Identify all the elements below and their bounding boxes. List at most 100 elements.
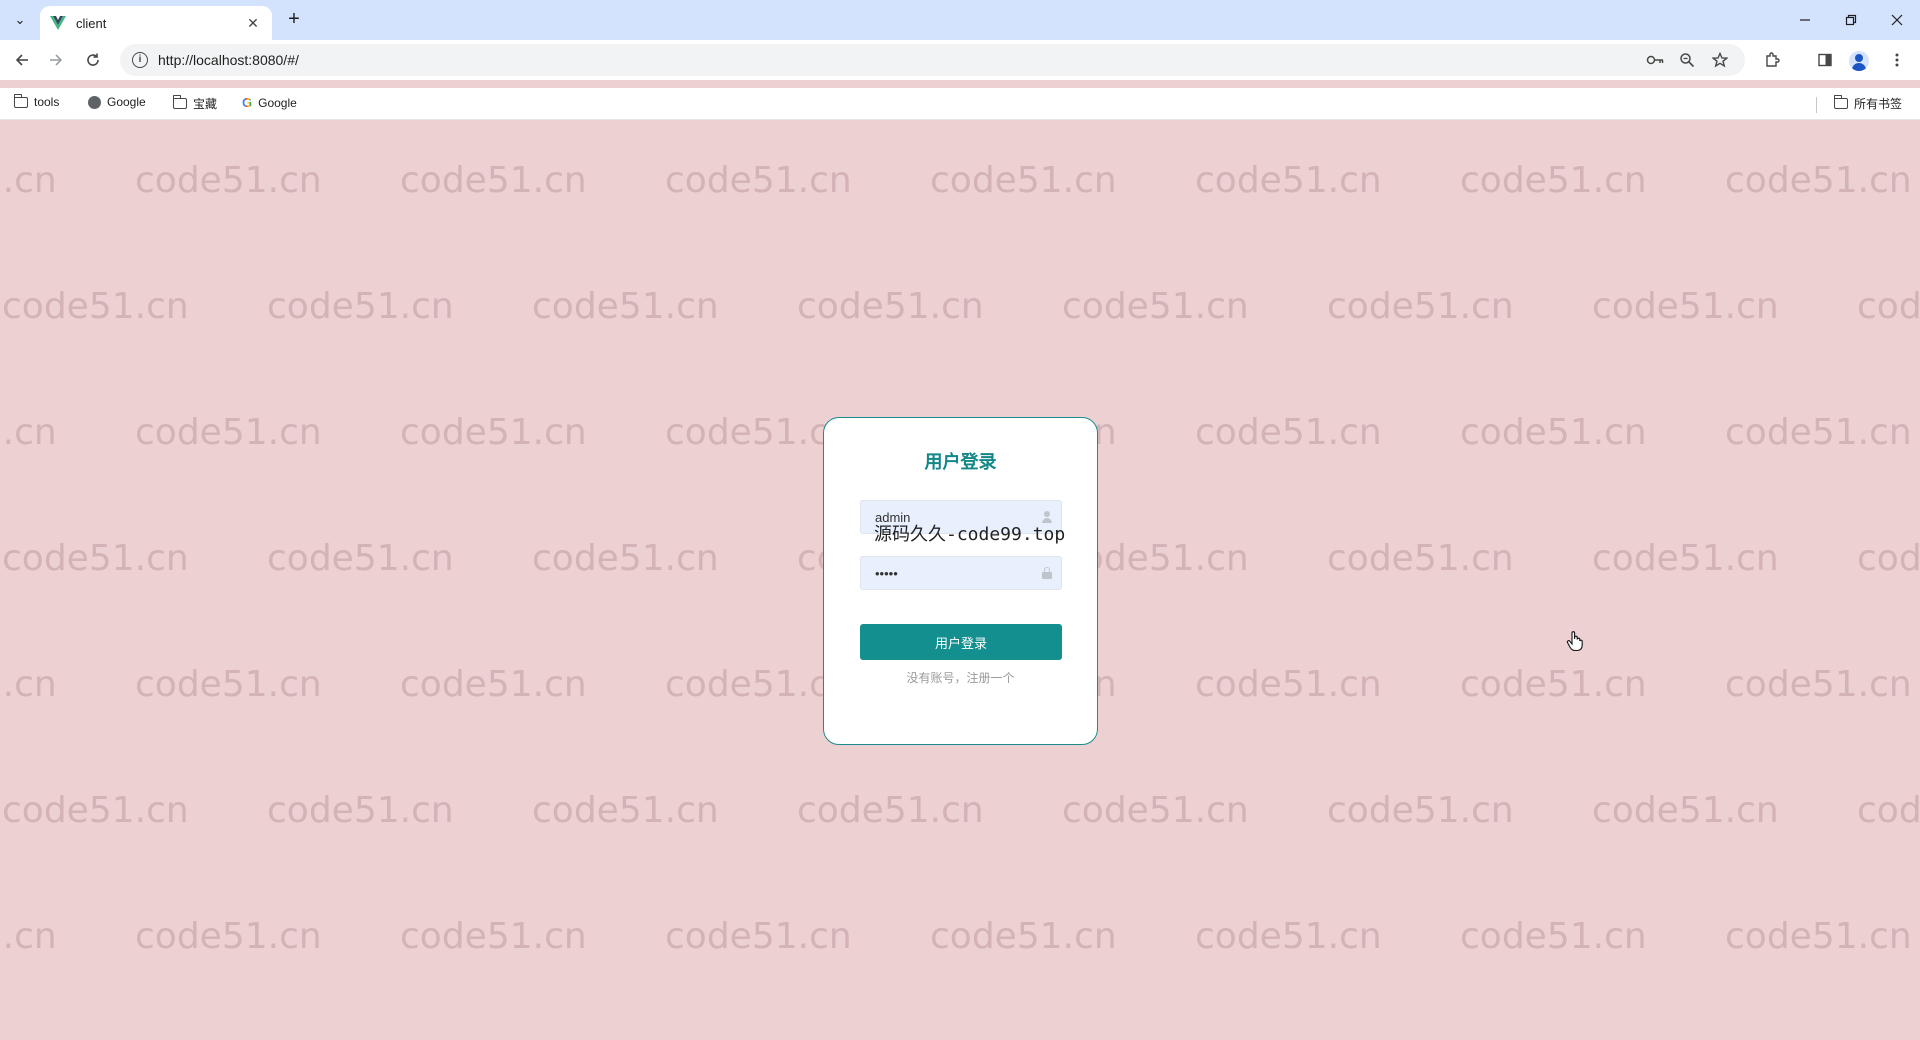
bookmark-label: tools <box>34 95 60 109</box>
menu-kebab-icon[interactable] <box>1885 48 1909 72</box>
login-title: 用户登录 <box>924 452 997 472</box>
watermark-text: code51.cn <box>135 916 322 957</box>
tab-title: client <box>76 15 107 31</box>
watermark-text: code51.cn <box>0 916 57 957</box>
password-input[interactable] <box>861 557 1061 589</box>
watermark-text: code51.cn <box>797 790 984 831</box>
watermark-text: code51.cn <box>0 664 57 705</box>
watermark-text: code51.cn <box>1327 286 1514 327</box>
folder-icon <box>13 93 28 108</box>
watermark-text: code51.cn <box>2 286 189 327</box>
watermark-text: code51.cn <box>1062 286 1249 327</box>
watermark-text: code51.cn <box>532 790 719 831</box>
watermark-text: code51.cn <box>532 538 719 579</box>
watermark-text: code51.cn <box>135 160 322 201</box>
watermark-text: code51.cn <box>532 286 719 327</box>
bookmark-treasure[interactable]: 宝藏 <box>172 95 218 112</box>
watermark-text: code51.cn <box>1725 916 1912 957</box>
tab-search-chevron-icon[interactable]: ⌄ <box>8 8 32 32</box>
profile-avatar[interactable] <box>1849 51 1869 71</box>
watermark-text: code51.cn <box>1857 538 1920 579</box>
forward-icon[interactable] <box>44 48 68 72</box>
watermark-text: code51.cn <box>797 286 984 327</box>
watermark-text: code51.cn <box>1460 160 1647 201</box>
vue-logo-icon <box>50 16 66 30</box>
watermark-text: code51.cn <box>1725 412 1912 453</box>
bookmark-star-icon[interactable] <box>1709 50 1731 70</box>
site-info-icon[interactable]: i <box>132 52 148 68</box>
watermark-text: code51.cn <box>930 160 1117 201</box>
watermark-text: code51.cn <box>1725 664 1912 705</box>
watermark-text: code51.cn <box>2 790 189 831</box>
side-panel-icon[interactable] <box>1813 48 1837 72</box>
bookmarks-bar: tools Google 宝藏 G Google 所有书签 <box>0 88 1920 120</box>
watermark-text: code51.cn <box>400 160 587 201</box>
bookmark-label: 宝藏 <box>193 97 218 111</box>
watermark-text: code51.cn <box>135 664 322 705</box>
url-text: http://localhost:8080/#/ <box>158 52 299 68</box>
watermark-text: code51.cn <box>267 538 454 579</box>
bookmarks-divider <box>1816 97 1817 113</box>
watermark-text: code51.cn <box>1327 538 1514 579</box>
extensions-icon[interactable] <box>1760 48 1784 72</box>
watermark-text: code51.cn <box>1592 538 1779 579</box>
folder-icon <box>1833 95 1848 109</box>
back-icon[interactable] <box>10 48 34 72</box>
overlay-watermark-text: 源码久久-code99.top <box>874 524 1066 545</box>
watermark-text: code51.cn <box>930 916 1117 957</box>
watermark-text: code51.cn <box>267 790 454 831</box>
watermark-text: code51.cn <box>400 412 587 453</box>
login-card: 用户登录 用户登录 没有账号，注册一个 <box>823 417 1098 745</box>
watermark-text: code51.cn <box>665 160 852 201</box>
password-field[interactable] <box>860 556 1062 590</box>
watermark-text: code51.cn <box>1062 790 1249 831</box>
tab-close-icon[interactable]: ✕ <box>244 15 262 32</box>
watermark-text: code51.cn <box>1857 790 1920 831</box>
watermark-text: code51.cn <box>1592 790 1779 831</box>
bookmark-google[interactable]: Google <box>88 95 146 109</box>
watermark-text: code51.cn <box>1460 412 1647 453</box>
folder-icon <box>172 95 187 109</box>
watermark-text: code51.cn <box>1725 160 1912 201</box>
login-page: code51.cn code51.cn code51.cn code51.cn code… <box>0 120 1920 1040</box>
watermark-text: code51.cn <box>267 286 454 327</box>
hand-cursor-icon <box>1566 631 1583 652</box>
watermark-text: code51.cn <box>1857 286 1920 327</box>
watermark-text: code51.cn <box>665 916 852 957</box>
bookmark-label: Google <box>107 95 146 109</box>
restore-icon[interactable] <box>1836 6 1866 34</box>
watermark-text: code51.cn <box>1460 916 1647 957</box>
watermark-text: code51.cn <box>1327 790 1514 831</box>
new-tab-button[interactable]: + <box>282 8 306 32</box>
browser-toolbar: i http://localhost:8080/#/ <box>0 40 1920 80</box>
watermark-text: code51.cn <box>135 412 322 453</box>
password-key-icon[interactable] <box>1644 50 1666 70</box>
bookmark-label: Google <box>258 95 297 110</box>
close-window-icon[interactable] <box>1882 6 1912 34</box>
bookmark-tools[interactable]: tools <box>13 93 60 109</box>
watermark-text: code51.cn <box>1195 916 1382 957</box>
watermark-text: code51.cn <box>1460 664 1647 705</box>
minimize-icon[interactable] <box>1790 6 1820 34</box>
all-bookmarks[interactable]: 所有书签 <box>1833 95 1903 112</box>
login-button[interactable]: 用户登录 <box>860 624 1062 660</box>
watermark-text: code51.cn <box>1195 664 1382 705</box>
watermark-text: code51.cn <box>400 916 587 957</box>
lock-icon <box>1041 567 1053 580</box>
watermark-text: code51.cn <box>1195 160 1382 201</box>
watermark-text: code51.cn <box>2 538 189 579</box>
watermark-text: code51.cn <box>1195 412 1382 453</box>
watermark-text: code51.cn <box>400 664 587 705</box>
tab-bar: ⌄ client ✕ + <box>0 0 1920 40</box>
google-icon: G <box>242 95 253 110</box>
all-bookmarks-label: 所有书签 <box>1854 97 1903 111</box>
watermark-text: code51.cn <box>1592 286 1779 327</box>
bookmark-google-2[interactable]: G Google <box>242 95 297 110</box>
register-link[interactable]: 没有账号，注册一个 <box>824 669 1097 686</box>
reload-icon[interactable] <box>81 48 105 72</box>
globe-icon <box>88 95 101 109</box>
address-bar[interactable]: i http://localhost:8080/#/ <box>120 44 1745 76</box>
active-tab[interactable]: client ✕ <box>40 6 272 40</box>
zoom-icon[interactable] <box>1676 50 1698 70</box>
watermark-text: code51.cn <box>0 412 57 453</box>
